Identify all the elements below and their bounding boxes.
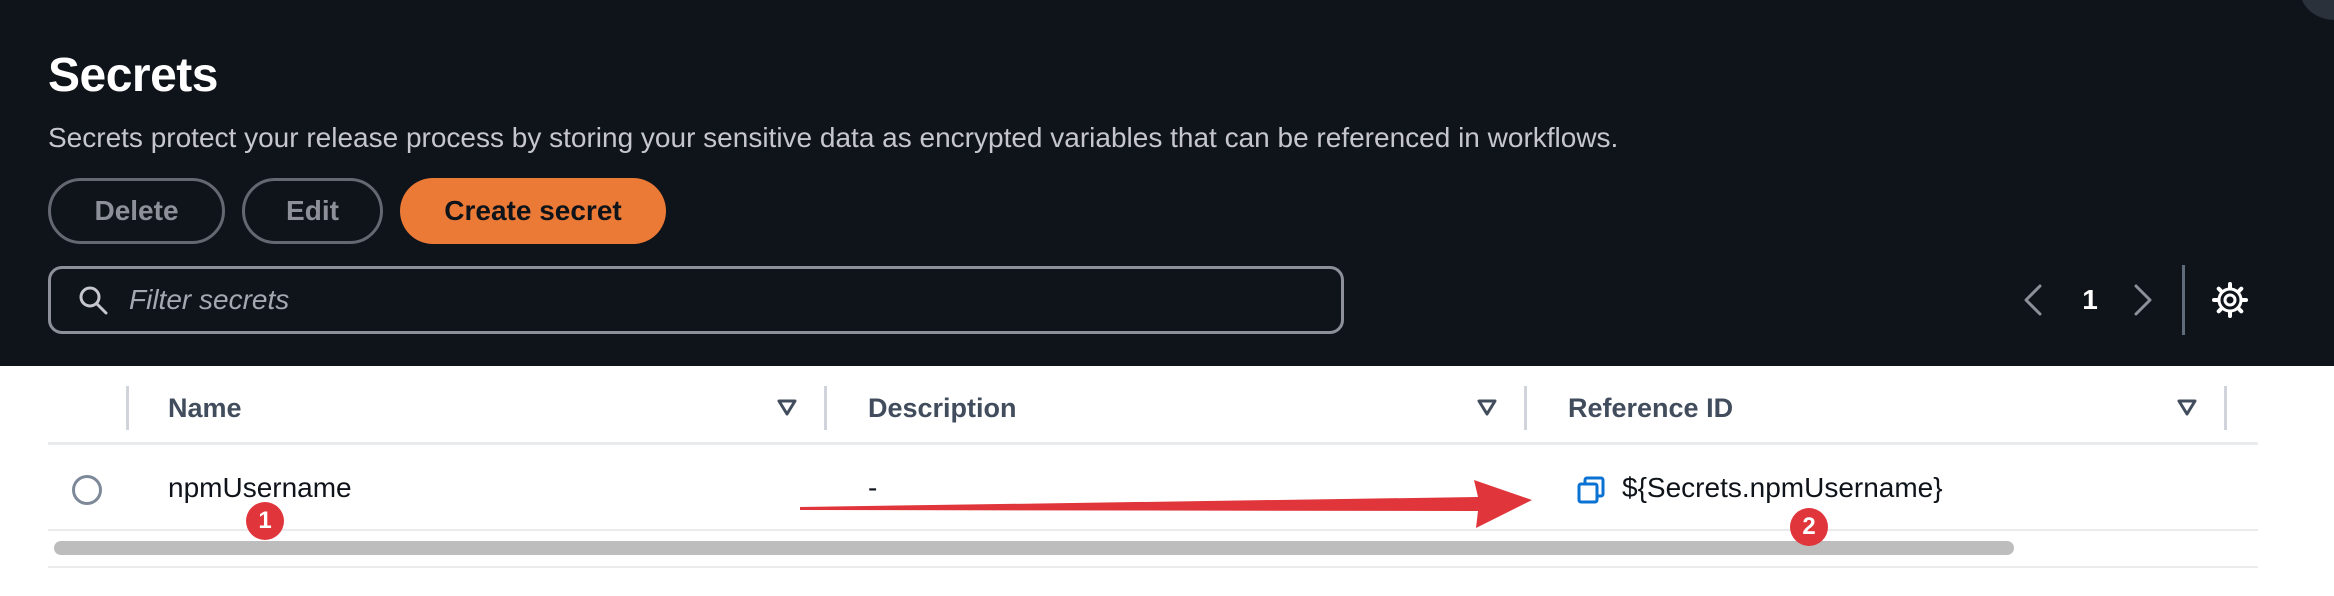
annotation-badge-2: 2	[1790, 508, 1828, 546]
annotation-arrow	[800, 480, 1532, 528]
annotation-overlay	[800, 480, 1532, 528]
annotation-badge-1: 1	[246, 502, 284, 540]
